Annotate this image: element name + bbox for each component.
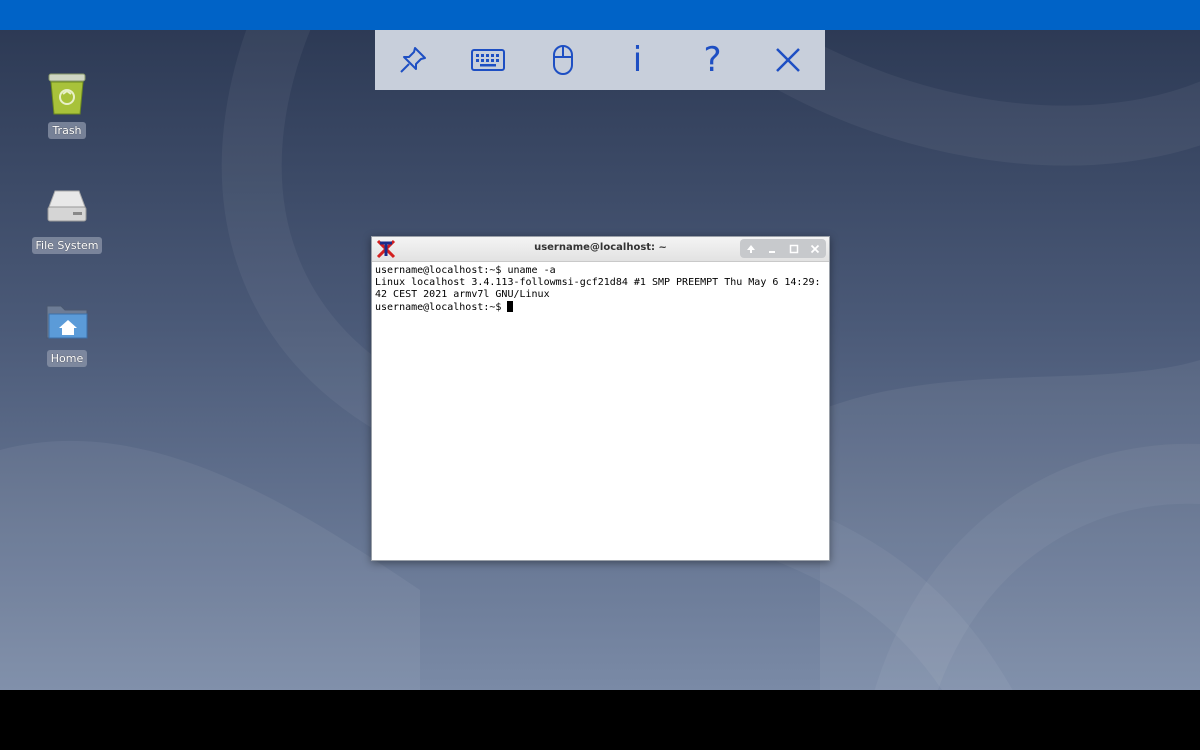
pin-button[interactable] bbox=[383, 30, 443, 90]
desktop-icon-label: Home bbox=[46, 350, 88, 367]
terminal-prompt: username@localhost:~$ bbox=[375, 302, 508, 313]
maximize-button[interactable] bbox=[785, 241, 803, 257]
close-icon bbox=[775, 48, 800, 72]
trash-icon bbox=[48, 73, 86, 115]
home-folder-icon bbox=[46, 305, 88, 339]
terminal-window[interactable]: username@localhost: ~ username@localhost… bbox=[371, 236, 830, 561]
close-toolbar-button[interactable] bbox=[758, 30, 818, 90]
desktop-icon-label: File System bbox=[31, 237, 103, 254]
terminal-prompt-line: username@localhost:~$ bbox=[375, 301, 826, 314]
info-button[interactable]: i bbox=[608, 30, 668, 90]
terminal-titlebar[interactable]: username@localhost: ~ bbox=[372, 237, 829, 262]
help-icon: ? bbox=[703, 40, 722, 80]
up-arrow-icon bbox=[746, 244, 755, 253]
mouse-icon bbox=[552, 45, 573, 75]
text-cursor bbox=[507, 301, 514, 312]
help-button[interactable]: ? bbox=[683, 30, 743, 90]
desktop-icon-label: Trash bbox=[48, 122, 86, 139]
remote-toolbar: i ? bbox=[375, 30, 825, 90]
keyboard-icon bbox=[470, 49, 505, 71]
terminal-line: username@localhost:~$ uname -a bbox=[375, 265, 556, 276]
terminal-output[interactable]: username@localhost:~$ uname -a Linux loca… bbox=[372, 262, 829, 317]
minimize-button[interactable] bbox=[763, 241, 781, 257]
info-icon: i bbox=[632, 40, 643, 80]
desktop-icon-home[interactable]: Home bbox=[27, 298, 107, 367]
terminal-line: Linux localhost 3.4.113-followmsi-gcf21d… bbox=[375, 277, 821, 300]
pin-icon bbox=[399, 47, 426, 73]
drive-icon bbox=[47, 190, 87, 222]
close-window-button[interactable] bbox=[806, 241, 824, 257]
desktop-icon-file-system[interactable]: File System bbox=[27, 185, 107, 254]
desktop-icon-trash[interactable]: Trash bbox=[27, 70, 107, 139]
window-controls bbox=[740, 239, 826, 258]
keyboard-button[interactable] bbox=[458, 30, 518, 90]
top-panel bbox=[0, 0, 1200, 30]
maximize-icon bbox=[789, 244, 798, 253]
minimize-icon bbox=[769, 250, 776, 253]
close-icon bbox=[811, 244, 820, 253]
shade-button[interactable] bbox=[742, 241, 760, 257]
bottom-bar bbox=[0, 690, 1200, 750]
mouse-button[interactable] bbox=[533, 30, 593, 90]
